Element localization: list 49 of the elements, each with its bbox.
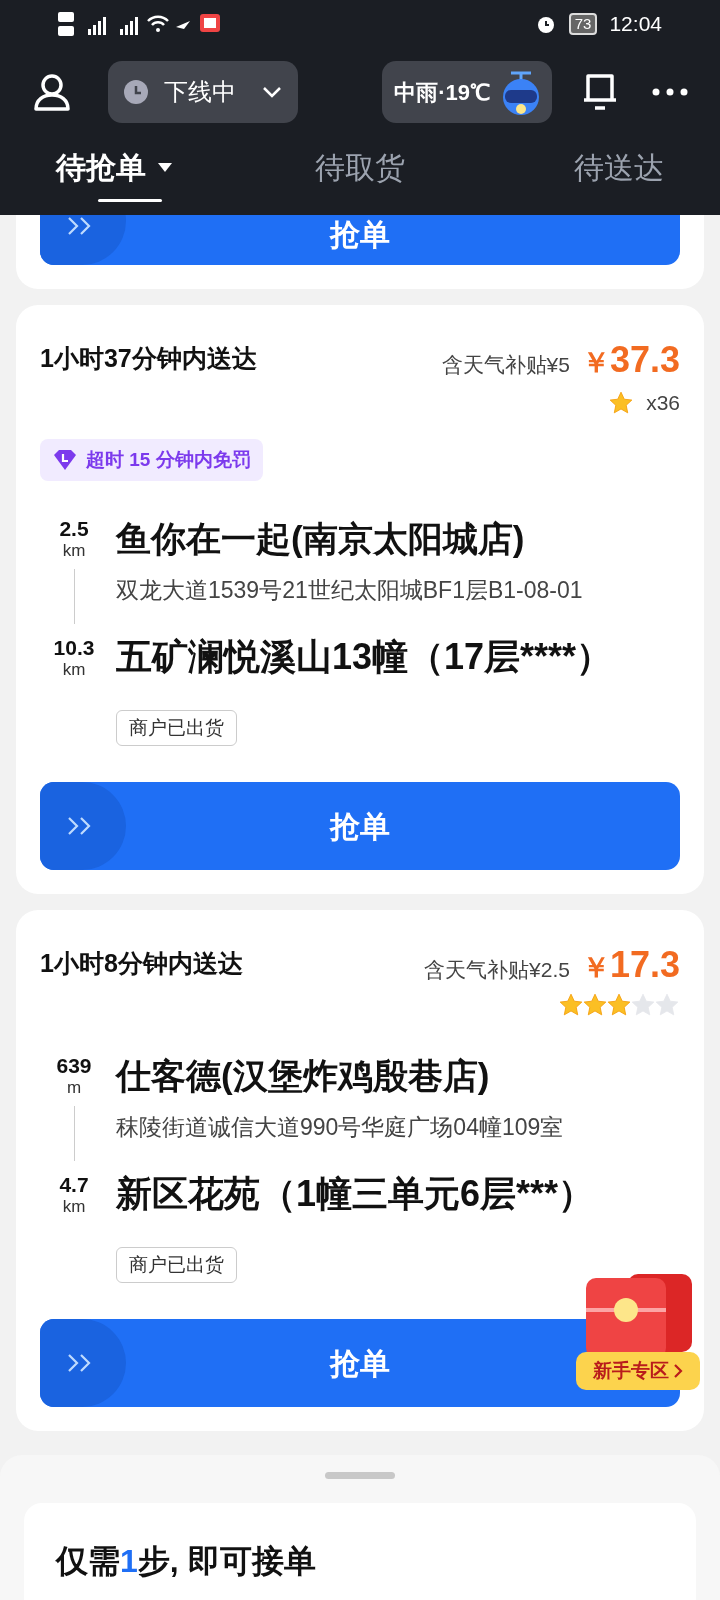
order-multiplier: x36: [646, 390, 680, 416]
newbie-zone-button[interactable]: 新手专区: [576, 1352, 700, 1390]
distance-unit: km: [62, 1196, 86, 1217]
clock-icon: [124, 80, 148, 104]
drag-handle[interactable]: [325, 1472, 395, 1479]
order-price: ￥37.3: [581, 338, 680, 382]
pickup-store-name: 鱼你在一起(南京太阳城店): [116, 518, 526, 560]
delivery-deadline: 1小时37分钟内送达: [40, 343, 257, 374]
order-tab[interactable]: 待抢单: [56, 145, 172, 202]
pickup-store-name: 仕客德(汉堡炸鸡殷巷店): [116, 1055, 491, 1097]
star-icon: [630, 992, 656, 1018]
grab-order-button[interactable]: 抢单: [40, 215, 680, 265]
weather-subsidy: 含天气补贴¥2.5: [424, 957, 570, 983]
shield-icon: [52, 448, 78, 471]
battery-level: 73: [568, 13, 598, 35]
delivery-deadline: 1小时8分钟内送达: [40, 948, 243, 979]
star-icon: [582, 992, 608, 1018]
chevron-right-icon: [673, 1363, 683, 1379]
clock-time: 12:04: [609, 11, 662, 38]
order-tab[interactable]: 待取货: [315, 145, 405, 202]
dropoff-address: 新区花苑（1幢三单元6层***）: [116, 1171, 596, 1216]
dropoff-address: 五矿澜悦溪山13幢（17层****）: [116, 634, 614, 679]
dropoff-distance: 10.3: [53, 635, 95, 660]
star-icon: [558, 992, 584, 1018]
distance-unit: m: [66, 1078, 82, 1098]
weather-subsidy: 含天气补贴¥5: [441, 352, 570, 378]
star-icon: [606, 992, 632, 1018]
star-icon: [608, 389, 635, 416]
online-status-dropdown[interactable]: 下线中: [108, 61, 298, 123]
distance-unit: km: [62, 659, 86, 680]
distance-unit: km: [62, 541, 86, 561]
star-icon: [654, 992, 680, 1018]
steps-heading: 仅需1步, 即可接单: [56, 1542, 317, 1581]
shipped-tag: 商户已出货: [116, 709, 237, 746]
weather-button[interactable]: 中雨·19℃: [382, 61, 552, 123]
user-icon[interactable]: [32, 72, 72, 112]
badge-text: 超时 15 分钟内免罚: [86, 447, 251, 472]
shipped-tag: 商户已出货: [116, 1246, 237, 1283]
chevron-down-icon: [262, 85, 282, 99]
caret-down-icon: [158, 163, 172, 172]
pickup-address: 双龙大道1539号21世纪太阳城BF1层B1-08-01: [116, 576, 583, 605]
pickup-distance: 2.5: [59, 517, 89, 541]
grab-order-button[interactable]: 抢单: [40, 782, 680, 870]
pickup-distance: 639: [56, 1054, 92, 1078]
order-price: ￥17.3: [581, 943, 680, 987]
order-tab[interactable]: 待送达: [574, 145, 664, 202]
more-icon[interactable]: [652, 87, 688, 97]
pickup-address: 秣陵街道诚信大道990号华庭广场04幢109室: [116, 1113, 564, 1142]
dropoff-distance: 4.7: [59, 1172, 89, 1197]
